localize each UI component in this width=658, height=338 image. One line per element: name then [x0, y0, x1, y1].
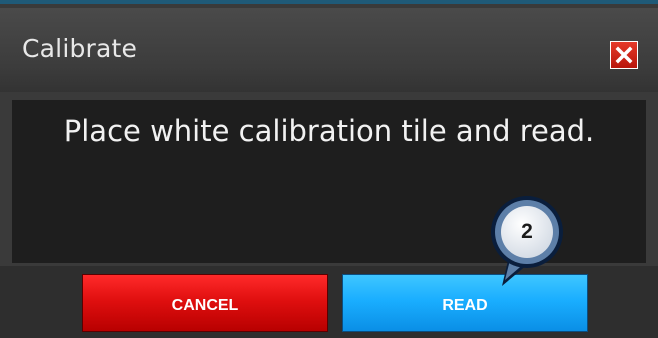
cancel-button[interactable]: CANCEL: [82, 274, 328, 332]
step-number: 2: [521, 220, 533, 243]
close-icon: [615, 46, 633, 64]
instruction-message: Place white calibration tile and read.: [63, 114, 595, 148]
dialog-titlebar: Calibrate: [0, 8, 658, 92]
dialog-title: Calibrate: [22, 34, 138, 63]
calibrate-dialog: Calibrate Place white calibration tile a…: [0, 0, 658, 338]
close-button[interactable]: [610, 41, 638, 69]
step-callout: 2: [488, 194, 566, 294]
